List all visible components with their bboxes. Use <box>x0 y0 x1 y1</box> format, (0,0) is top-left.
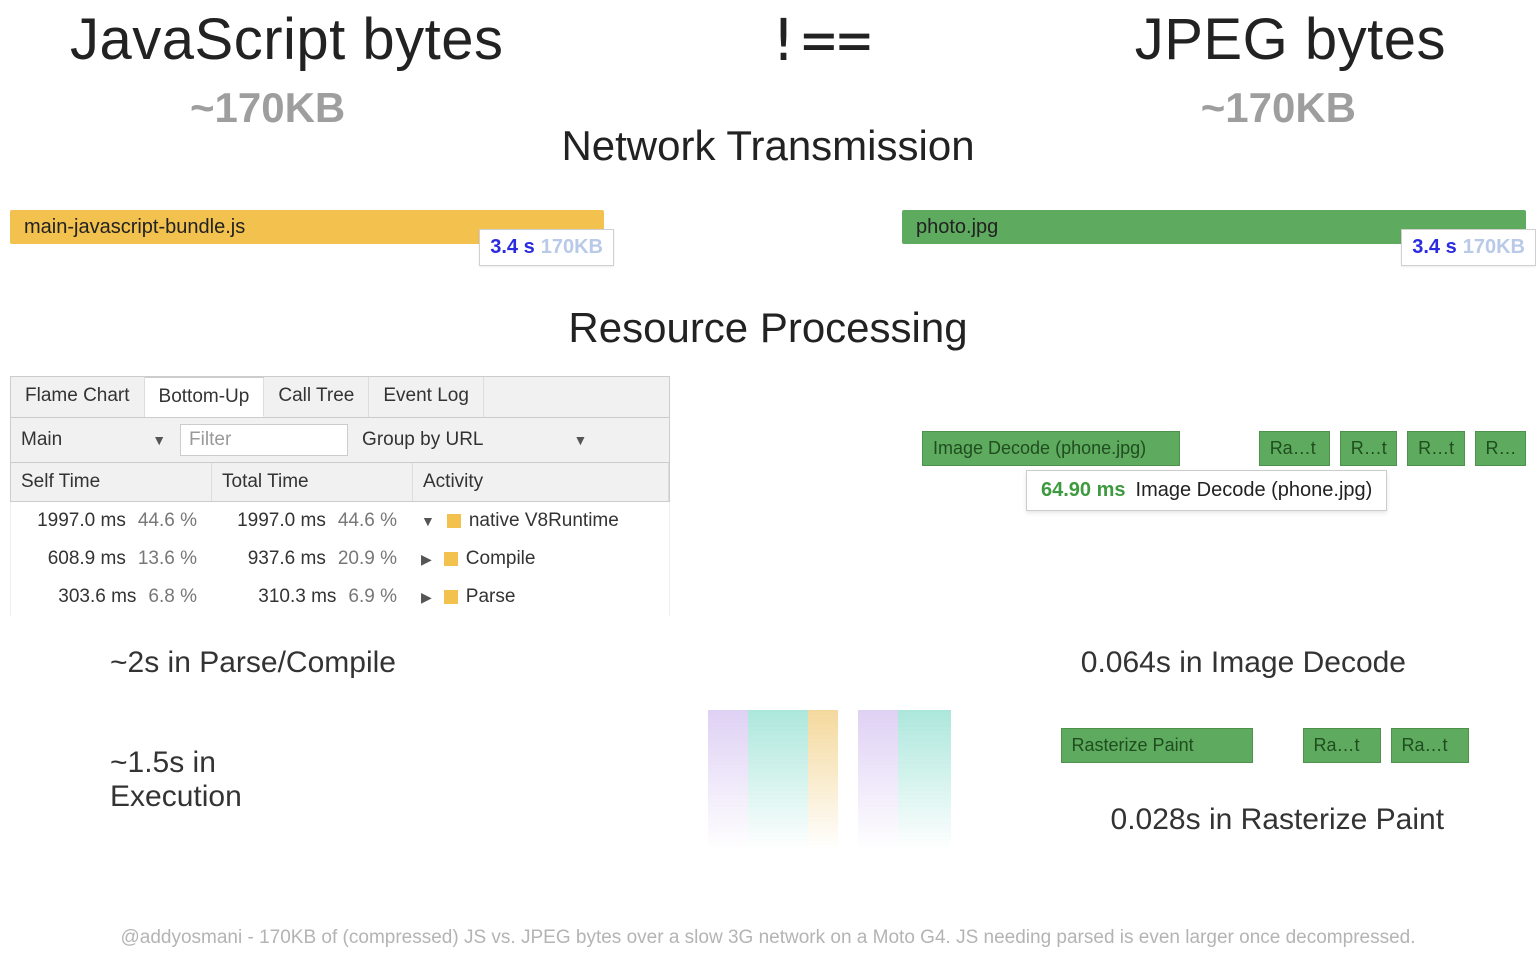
activity-color-icon <box>444 552 458 566</box>
network-tag-img: 3.4 s170KB <box>1401 229 1536 266</box>
col-activity[interactable]: Activity <box>413 463 669 501</box>
devtools-tabs: Flame Chart Bottom-Up Call Tree Event Lo… <box>10 376 670 418</box>
chevron-down-icon: ▼ <box>152 432 166 448</box>
heading-jpeg: JPEG bytes <box>1135 6 1446 73</box>
activity-color-icon <box>444 590 458 604</box>
stat-js-parse: ~2s in Parse/Compile <box>110 646 396 680</box>
block-image-decode: Image Decode (phone.jpg) <box>922 431 1180 466</box>
chevron-down-icon: ▼ <box>574 432 588 448</box>
network-tag-js: 3.4 s170KB <box>479 229 614 266</box>
stat-img-paint: 0.028s in Rasterize Paint <box>1111 803 1526 837</box>
image-timeline: Image Decode (phone.jpg) Ra…t R…t R…t R…… <box>886 430 1526 616</box>
stat-img-decode: 0.064s in Image Decode <box>1081 646 1406 680</box>
block-rasterize-paint: Rasterize Paint <box>1061 728 1253 763</box>
col-self-time[interactable]: Self Time <box>11 463 212 501</box>
decode-callout: 64.90 ms Image Decode (phone.jpg) <box>1026 470 1387 511</box>
stat-js-exec: ~1.5s in Execution <box>110 746 308 814</box>
table-row[interactable]: 608.9 ms13.6 %937.6 ms20.9 %▶Compile <box>10 540 670 578</box>
size-js: ~170KB <box>190 84 345 132</box>
size-jpeg: ~170KB <box>1201 84 1356 132</box>
col-total-time[interactable]: Total Time <box>212 463 413 501</box>
block-raster-small: Ra…t <box>1391 728 1469 763</box>
block-raster-small: Ra…t <box>1259 431 1330 466</box>
tab-flame-chart[interactable]: Flame Chart <box>11 377 145 417</box>
flame-chart-thumbnail <box>708 710 950 850</box>
tab-bottom-up[interactable]: Bottom-Up <box>145 377 265 417</box>
section-processing: Resource Processing <box>10 304 1526 352</box>
thread-select[interactable]: Main▼ <box>21 429 166 451</box>
tab-event-log[interactable]: Event Log <box>369 377 484 417</box>
filter-input[interactable]: Filter <box>180 424 348 456</box>
heading-js: JavaScript bytes <box>70 6 504 73</box>
activity-color-icon <box>447 514 461 528</box>
table-row[interactable]: 1997.0 ms44.6 %1997.0 ms44.6 %▼native V8… <box>10 502 670 540</box>
tab-call-tree[interactable]: Call Tree <box>264 377 369 417</box>
block-raster-small: R…t <box>1407 431 1464 466</box>
block-raster-small: R…t <box>1340 431 1397 466</box>
group-by-select[interactable]: Group by URL▼ <box>362 429 587 451</box>
block-raster-small: R… <box>1475 431 1526 466</box>
table-row[interactable]: 303.6 ms6.8 %310.3 ms6.9 %▶Parse <box>10 578 670 616</box>
footnote: @addyosmani - 170KB of (compressed) JS v… <box>0 927 1536 949</box>
heading-not-equal: !== <box>766 6 872 74</box>
block-raster-small: Ra…t <box>1303 728 1381 763</box>
devtools-panel: Flame Chart Bottom-Up Call Tree Event Lo… <box>10 376 670 616</box>
